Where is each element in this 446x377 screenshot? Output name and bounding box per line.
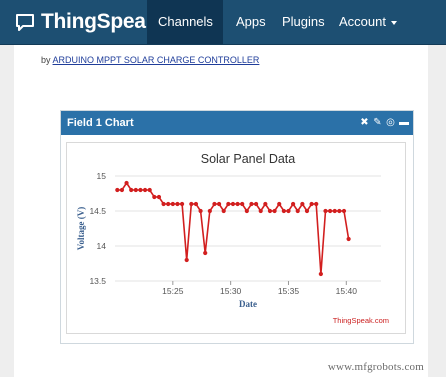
data-point [119,187,125,193]
data-point [147,187,152,193]
main-content: by ARDUINO MPPT SOLAR CHARGE CONTROLLER … [14,45,428,377]
x-tick-label: 15:25 [162,286,184,296]
data-point [328,208,333,214]
chart-area: Solar Panel Data 15 14.5 14 13.5 15:25 15:30 15… [66,142,406,334]
data-point [253,201,259,207]
minimize-icon[interactable]: ▬ [399,111,409,135]
data-point [304,208,310,214]
data-point [152,194,157,200]
data-point [258,208,263,214]
data-point [156,194,162,200]
x-tick-label: 15:35 [278,286,300,296]
data-point [198,208,203,214]
data-point [142,187,148,193]
data-point [281,208,286,214]
nav-account-label: Account [339,14,386,29]
series-line [117,181,350,275]
data-point [207,208,212,214]
data-point [161,201,166,207]
data-point [332,208,337,214]
edit-icon[interactable]: ✎ [373,111,382,135]
data-point [249,201,254,207]
data-point [341,208,347,214]
data-point [124,180,129,186]
nav-plugins-label: Plugins [282,14,325,29]
data-point [230,201,236,207]
brand[interactable]: ThingSpeak [15,10,157,34]
data-point [203,250,208,256]
panel-tools: ✖ ✎ ◎ ▬ [360,111,409,135]
comment-icon[interactable]: ◎ [386,111,395,135]
data-point [346,236,351,242]
data-point [277,201,282,207]
top-navbar: ThingSpeak Channels Apps Plugins Account [0,0,446,69]
panel-title: Field 1 Chart [67,117,134,129]
y-tick-label: 13.5 [89,276,106,286]
data-point [170,201,175,207]
data-point [286,208,291,214]
nav-plugins[interactable]: Plugins [271,0,336,44]
nav-channels-label: Channels [158,14,213,29]
x-tick-label: 15:40 [336,286,358,296]
data-point [272,208,277,214]
data-point [115,187,120,193]
data-point [323,208,328,214]
data-point [263,201,268,207]
data-point [295,208,300,214]
data-point [240,201,245,207]
x-axis-label: Date [239,299,257,309]
byline-link[interactable]: ARDUINO MPPT SOLAR CHARGE CONTROLLER [53,55,260,65]
thingspeak-logo-icon [16,14,34,31]
data-point [309,201,314,207]
data-point [179,201,185,207]
nav-apps[interactable]: Apps [225,0,277,44]
data-point [226,201,231,207]
data-point [193,201,199,207]
x-tick-label: 15:30 [220,286,242,296]
data-point [267,208,273,214]
data-point [212,201,217,207]
nav-apps-label: Apps [236,14,266,29]
data-point [133,187,138,193]
byline-prefix: by [41,55,51,65]
data-point [318,271,323,277]
nav-account[interactable]: Account [328,0,408,44]
y-tick-label: 15 [97,171,107,181]
data-point [337,208,342,214]
data-point [235,201,240,207]
channel-byline: by ARDUINO MPPT SOLAR CHARGE CONTROLLER [41,55,259,65]
data-point [175,201,180,207]
chevron-down-icon [390,20,397,25]
data-point [129,187,134,193]
y-axis-label: Voltage (V) [76,207,86,250]
data-point [184,257,189,263]
field-chart-panel: Field 1 Chart ✖ ✎ ◎ ▬ Solar Panel Data 15… [60,110,414,344]
chart-title: Solar Panel Data [201,152,296,166]
data-point [291,201,296,207]
data-point [314,201,319,207]
close-icon[interactable]: ✖ [360,111,369,135]
y-tick-label: 14 [97,241,107,251]
data-point [221,208,226,214]
data-point [189,201,194,207]
chart-credit: ThingSpeak.com [333,316,389,325]
data-point [244,208,249,214]
data-point [300,201,305,207]
nav-channels[interactable]: Channels [147,0,223,69]
watermark: www.mfgrobots.com [327,361,424,373]
data-point [138,187,143,193]
brand-name: ThingSpeak [41,10,158,33]
y-tick-label: 14.5 [89,206,106,216]
data-point [166,201,171,207]
line-chart: Solar Panel Data 15 14.5 14 13.5 15:25 15:30 15… [76,152,389,325]
data-point [216,201,222,207]
